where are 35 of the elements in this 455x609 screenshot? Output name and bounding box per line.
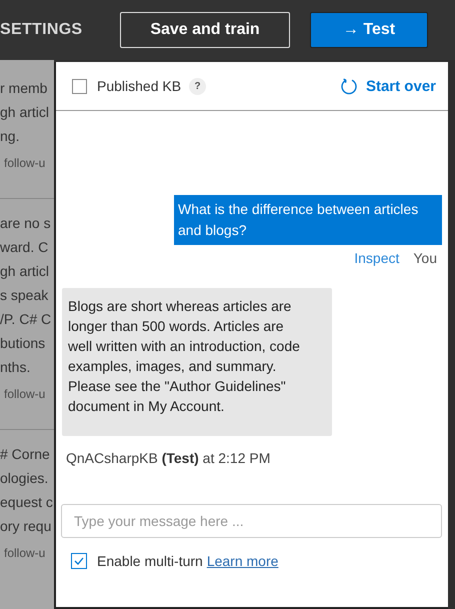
bot-message: Blogs are short whereas articles are longer than 500 words. Articles are well written with an introduction, code examples, images, and summary. Please see the "Author Guidelines" document in My Account.: [62, 288, 332, 436]
multi-turn-label: Enable multi-turn: [97, 553, 203, 569]
inspect-link[interactable]: Inspect: [354, 250, 400, 266]
answer-text: butions: [0, 334, 46, 353]
section-title: SETTINGS: [0, 21, 84, 39]
published-kb-label: Published KB: [97, 78, 182, 94]
answer-text: s speak: [0, 286, 50, 305]
answer-text: nths.: [0, 358, 32, 377]
check-icon: [73, 555, 85, 567]
help-badge[interactable]: ?: [189, 78, 206, 94]
answer-text: r memb: [0, 79, 48, 98]
message-info: QnACsharpKB (Test) at 2:12 PM: [65, 450, 272, 466]
published-kb-checkbox[interactable]: [72, 78, 87, 94]
answer-text: /P. C# C: [0, 310, 52, 329]
answer-text: are no s: [0, 214, 52, 233]
answer-text: ng.: [0, 127, 20, 146]
start-over-button[interactable]: Start over: [366, 78, 436, 94]
answer-text: # Corne: [0, 445, 51, 464]
message-input[interactable]: Type your message here ...: [61, 504, 442, 538]
answer-text: ory requ: [0, 517, 52, 536]
save-and-train-button[interactable]: Save and train: [120, 12, 290, 48]
answer-text: ward. C: [0, 238, 50, 257]
user-message: What is the difference between articles and blogs?: [174, 195, 442, 245]
answer-text: ologies.: [0, 469, 50, 488]
answer-text: gh articl: [0, 103, 50, 122]
follow-up-link[interactable]: follow-u: [0, 538, 54, 588]
answer-text: equest c: [0, 493, 54, 512]
multi-turn-checkbox[interactable]: [71, 553, 87, 569]
test-button[interactable]: → Test: [310, 12, 428, 48]
follow-up-link[interactable]: follow-u: [0, 379, 54, 429]
refresh-icon[interactable]: [340, 77, 358, 95]
author-label: You: [413, 250, 437, 266]
follow-up-link[interactable]: follow-u: [0, 148, 54, 198]
learn-more-link[interactable]: Learn more: [206, 553, 278, 569]
answer-text: gh articl: [0, 262, 50, 281]
